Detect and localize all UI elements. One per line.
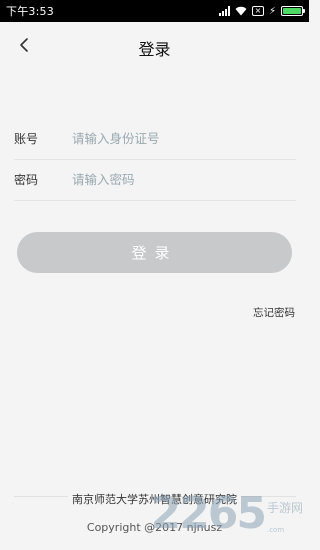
watermark-logo: 2265 手游网 .com — [151, 492, 303, 536]
status-time: 下午3:53 — [6, 5, 54, 18]
watermark-domain: .com — [266, 526, 285, 534]
status-icons: × ⚡ — [218, 4, 305, 18]
charging-icon: ⚡ — [268, 5, 276, 17]
account-field: 账号 — [14, 119, 296, 160]
forgot-password-link[interactable]: 忘记密码 — [253, 305, 295, 320]
account-input[interactable] — [72, 125, 292, 151]
password-label: 密码 — [14, 173, 39, 187]
watermark-number: 2265 — [150, 488, 267, 539]
page-title: 登录 — [138, 40, 171, 59]
header: 登录 — [0, 22, 309, 70]
wifi-icon — [235, 6, 247, 16]
account-label: 账号 — [14, 132, 39, 146]
signal-icon — [218, 6, 230, 16]
watermark-text: 手游网 — [266, 501, 303, 515]
status-bar: 下午3:53 × ⚡ — [0, 0, 309, 22]
login-button[interactable]: 登录 — [17, 232, 292, 273]
password-input[interactable] — [72, 166, 292, 192]
no-sim-icon: × — [251, 6, 264, 16]
password-field: 密码 — [14, 160, 296, 201]
battery-icon — [281, 6, 305, 16]
